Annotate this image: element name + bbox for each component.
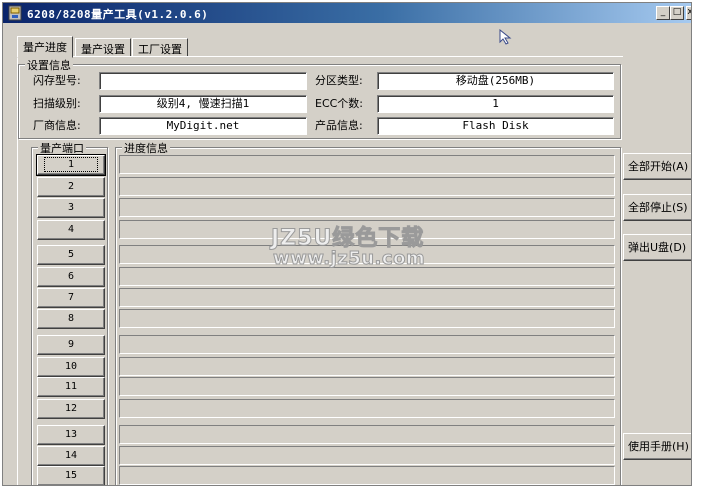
close-button[interactable]: x (686, 6, 691, 20)
port-button[interactable]: 12 (37, 399, 105, 419)
settings-info-title: 设置信息 (25, 57, 73, 73)
progress-bar (119, 177, 615, 196)
scan-level-label: 扫描级别: (33, 97, 81, 110)
maximize-button[interactable]: □ (670, 6, 684, 20)
settings-info-group: 设置信息 闪存型号: 分区类型: 移动盘(256MB) 扫描级别: 级别4, 慢… (18, 57, 621, 139)
progress-bar (119, 425, 615, 444)
flash-model-label: 闪存型号: (33, 74, 81, 87)
port-button[interactable]: 15 (37, 466, 105, 485)
product-info-label: 产品信息: (315, 119, 363, 132)
tab-mass-production-settings[interactable]: 量产设置 (75, 38, 131, 57)
port-button[interactable]: 6 (37, 267, 105, 287)
port-label: 1 (43, 157, 99, 172)
port-label: 14 (64, 450, 78, 461)
port-label: 12 (64, 403, 78, 414)
port-button[interactable]: 7 (37, 288, 105, 308)
port-label: 4 (67, 224, 75, 235)
port-button[interactable]: 1 (36, 154, 106, 176)
progress-bar (119, 466, 615, 485)
ports-title: 量产端口 (38, 140, 86, 156)
title-bar[interactable]: 6208/8208量产工具(v1.2.0.6) _ □ x (3, 3, 691, 23)
app-icon (8, 5, 22, 21)
window-title: 6208/8208量产工具(v1.2.0.6) (27, 8, 209, 21)
progress-bar (119, 399, 615, 418)
progress-bar (119, 155, 615, 174)
progress-group: 进度信息 (115, 140, 621, 485)
user-manual-button[interactable]: 使用手册(H) (623, 433, 691, 460)
port-label: 10 (64, 361, 78, 372)
ports-group: 量产端口 1 2 3 4 5 6 7 8 9 10 11 12 13 14 15 (31, 140, 108, 485)
start-all-button[interactable]: 全部开始(A) (623, 153, 691, 180)
port-label: 8 (67, 313, 75, 324)
progress-bar (119, 245, 615, 264)
port-button[interactable]: 10 (37, 357, 105, 377)
progress-bar (119, 309, 615, 328)
progress-bar (119, 267, 615, 286)
port-label: 5 (67, 249, 75, 260)
port-button[interactable]: 2 (37, 177, 105, 197)
tab-mass-production-progress[interactable]: 量产进度 (17, 36, 73, 58)
vendor-info-field: MyDigit.net (99, 117, 307, 135)
ecc-count-field: 1 (377, 95, 614, 113)
flash-model-field (99, 72, 307, 90)
product-info-field: Flash Disk (377, 117, 614, 135)
port-button[interactable]: 9 (37, 335, 105, 355)
progress-bar (119, 446, 615, 465)
port-label: 6 (67, 271, 75, 282)
progress-bar (119, 288, 615, 307)
stop-all-button[interactable]: 全部停止(S) (623, 194, 691, 221)
progress-bar (119, 357, 615, 376)
tab-panel: 设置信息 闪存型号: 分区类型: 移动盘(256MB) 扫描级别: 级别4, 慢… (17, 56, 623, 485)
port-label: 7 (67, 292, 75, 303)
port-label: 13 (64, 429, 78, 440)
progress-title: 进度信息 (122, 140, 170, 156)
port-label: 11 (64, 381, 78, 392)
port-button[interactable]: 5 (37, 245, 105, 265)
eject-udisk-button[interactable]: 弹出U盘(D) (623, 234, 691, 261)
port-button[interactable]: 13 (37, 425, 105, 445)
port-button[interactable]: 8 (37, 309, 105, 329)
port-button[interactable]: 11 (37, 377, 105, 397)
progress-bar (119, 198, 615, 217)
partition-type-field: 移动盘(256MB) (377, 72, 614, 90)
port-label: 2 (67, 181, 75, 192)
port-button[interactable]: 3 (37, 198, 105, 218)
progress-bar (119, 335, 615, 354)
progress-bar (119, 220, 615, 239)
minimize-button[interactable]: _ (656, 6, 670, 20)
port-button[interactable]: 14 (37, 446, 105, 466)
mouse-cursor-icon (499, 29, 512, 45)
main-window: 6208/8208量产工具(v1.2.0.6) _ □ x 量产进度 量产设置 … (2, 2, 692, 486)
scan-level-field: 级别4, 慢速扫描1 (99, 95, 307, 113)
port-label: 3 (67, 202, 75, 213)
port-label: 9 (67, 339, 75, 350)
progress-bar (119, 377, 615, 396)
ecc-count-label: ECC个数: (315, 97, 364, 110)
port-button[interactable]: 4 (37, 220, 105, 240)
partition-type-label: 分区类型: (315, 74, 363, 87)
port-label: 15 (64, 470, 78, 481)
vendor-info-label: 厂商信息: (33, 119, 81, 132)
tab-factory-settings[interactable]: 工厂设置 (132, 38, 188, 57)
